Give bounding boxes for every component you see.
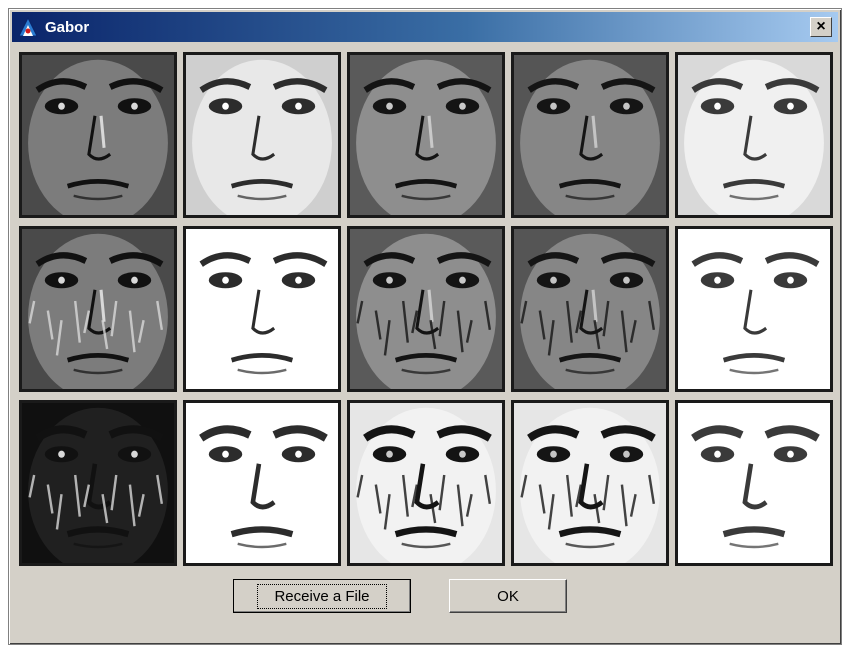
close-button[interactable]: × xyxy=(810,17,832,37)
face-image-tile xyxy=(183,400,341,566)
receive-file-label: Receive a File xyxy=(257,583,387,609)
face-image-tile xyxy=(183,52,341,218)
face-image-tile xyxy=(675,400,833,566)
title-bar[interactable]: Gabor × xyxy=(12,12,838,42)
receive-file-button[interactable]: Receive a File xyxy=(233,579,411,613)
face-image-tile xyxy=(347,226,505,392)
face-image-tile xyxy=(511,400,669,566)
face-image-tile xyxy=(19,226,177,392)
face-image-tile xyxy=(511,52,669,218)
close-icon: × xyxy=(816,18,826,35)
face-image-tile xyxy=(675,52,833,218)
ok-label: OK xyxy=(497,587,519,605)
face-image-tile xyxy=(511,226,669,392)
window-title: Gabor xyxy=(45,18,90,36)
gabor-dialog: Gabor × Receive a File OK xyxy=(8,8,842,645)
ok-button[interactable]: OK xyxy=(449,579,567,613)
face-image-tile xyxy=(19,400,177,566)
face-image-tile xyxy=(183,226,341,392)
face-image-tile xyxy=(347,400,505,566)
face-image-tile xyxy=(347,52,505,218)
app-icon xyxy=(17,16,39,38)
face-image-tile xyxy=(19,52,177,218)
gabor-filter-grid xyxy=(19,52,833,566)
face-image-tile xyxy=(675,226,833,392)
